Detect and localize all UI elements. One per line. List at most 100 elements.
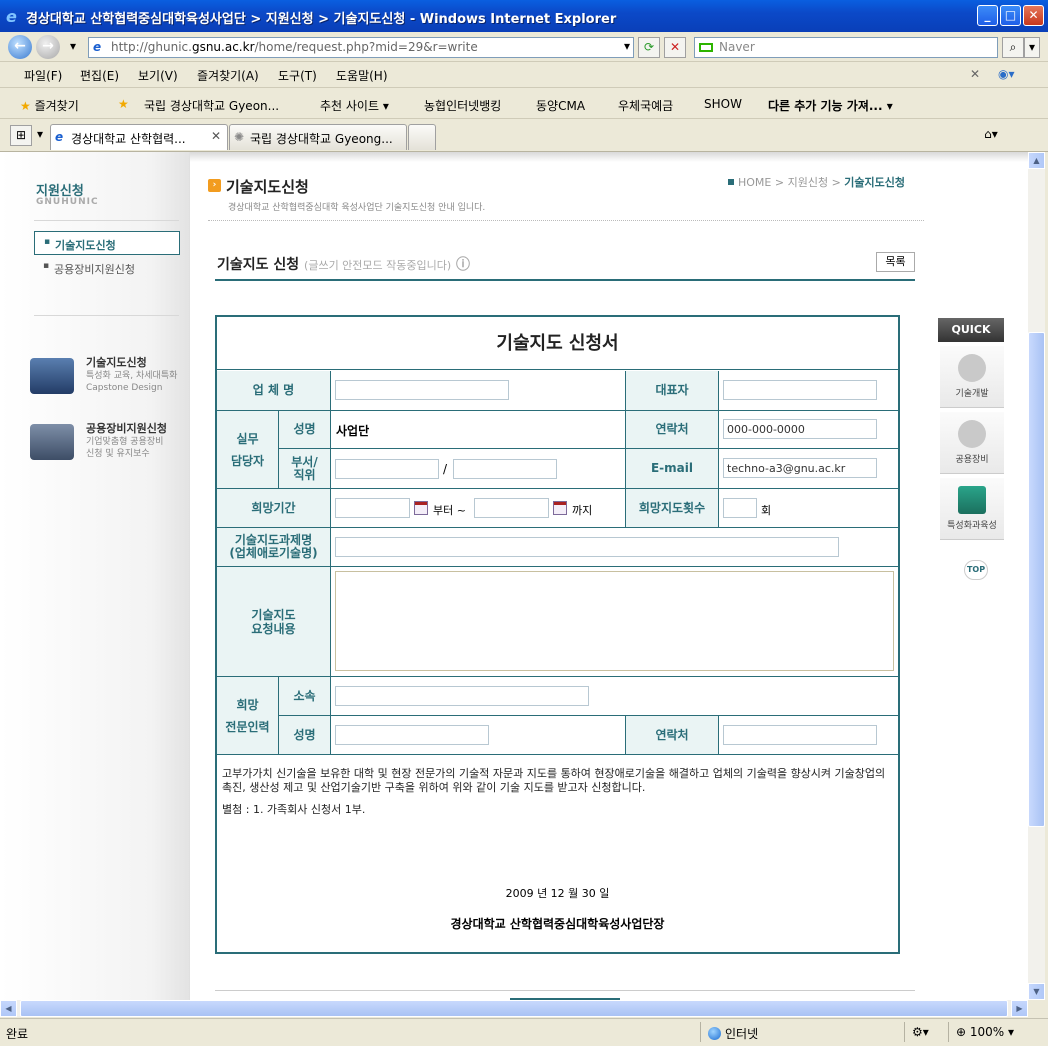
subject-input[interactable] <box>335 537 839 557</box>
company-input[interactable] <box>335 380 509 400</box>
fav-item-recommended[interactable]: 추천 사이트 ▾ <box>320 97 389 114</box>
form-body: 고부가가치 신기술을 보유한 대학 및 현장 전문가의 기술적 자문과 지도를 … <box>222 767 898 817</box>
dept-separator: / <box>443 462 448 476</box>
divider <box>215 279 915 281</box>
close-button[interactable]: ✕ <box>1023 5 1044 26</box>
ceo-input[interactable] <box>723 380 877 400</box>
banner-tech-guidance[interactable]: 기술지도신청 특성화 교육, 차세대특화 Capstone Design <box>30 354 190 404</box>
banner-title: 공용장비지원신청 <box>86 422 167 435</box>
scroll-down-arrow-icon[interactable]: ▼ <box>1028 983 1045 1000</box>
address-dropdown-icon[interactable]: ▾ <box>616 37 638 58</box>
menu-tools[interactable]: 도구(T) <box>278 67 317 84</box>
horizontal-scrollbar[interactable]: ◀ ▶ <box>0 1000 1028 1017</box>
menu-favorites[interactable]: 즐겨찾기(A) <box>197 67 259 84</box>
position-input[interactable] <box>453 459 557 479</box>
zoom-control[interactable]: ⊕ 100% ▾ <box>956 1025 1014 1039</box>
fav-item-addons[interactable]: 다른 추가 기능 가져... ▾ <box>768 97 893 114</box>
new-tab-button[interactable] <box>408 124 436 150</box>
breadcrumb-level1[interactable]: 지원신청 <box>788 176 828 189</box>
sidebar-item-label: 기술지도신청 <box>55 239 116 252</box>
expert-contact-input[interactable] <box>723 725 877 745</box>
quick-item-specialization[interactable]: 특성화과육성 <box>940 478 1004 540</box>
tab-close-icon[interactable]: ✕ <box>211 129 221 143</box>
scroll-up-arrow-icon[interactable]: ▲ <box>1028 152 1045 169</box>
naver-icon <box>699 43 713 52</box>
tab-active[interactable]: e 경상대학교 산학협력... ✕ <box>50 124 228 150</box>
tab-inactive[interactable]: ✺ 국립 경상대학교 Gyeong... <box>229 124 407 150</box>
back-button[interactable]: ← <box>8 35 32 59</box>
dept-input[interactable] <box>335 459 439 479</box>
window-titlebar: e 경상대학교 산학협력중심대학육성사업단 > 지원신청 > 기술지도신청 - … <box>0 0 1048 32</box>
count-input[interactable] <box>723 498 757 518</box>
gear-icon <box>958 420 986 448</box>
sidebar-item-tech-guidance[interactable]: ▪ 기술지도신청 <box>34 231 180 255</box>
affiliation-label: 소속 <box>279 677 331 716</box>
translate-icon[interactable]: ◉▾ <box>998 67 1015 81</box>
tab-list-icon[interactable]: ▾ <box>33 125 47 146</box>
search-options-icon[interactable]: ▾ <box>1024 37 1040 58</box>
banner-subtitle: 특성화 교육, 차세대특화 Capstone Design <box>86 371 178 393</box>
calendar-icon[interactable] <box>553 501 567 515</box>
period-end-input[interactable] <box>474 498 549 518</box>
staff-name-label: 성명 <box>279 411 331 449</box>
list-button[interactable]: 목록 <box>876 252 915 272</box>
fav-item-cma[interactable]: 동양CMA <box>536 97 585 114</box>
fav-item-gnu[interactable]: 국립 경상대학교 Gyeon... <box>144 97 279 114</box>
protected-mode-icon[interactable]: ⚙▾ <box>912 1025 929 1039</box>
top-button[interactable]: TOP <box>964 560 988 580</box>
favorites-button[interactable]: ★ 즐겨찾기 <box>20 97 79 114</box>
home-icon[interactable]: ⌂▾ <box>980 125 1002 146</box>
fav-item-post[interactable]: 우체국예금 <box>618 97 673 114</box>
status-bar: 완료 인터넷 ⚙▾ ⊕ 100% ▾ <box>0 1018 1048 1046</box>
quick-tabs-icon[interactable]: ⊞ <box>10 125 32 146</box>
minimize-button[interactable]: _ <box>977 5 998 26</box>
graduation-cap-icon <box>958 486 986 514</box>
horizontal-scroll-thumb[interactable] <box>20 1000 1008 1017</box>
page-title: › 기술지도신청 <box>208 176 309 197</box>
tab-bar: ⊞ ▾ e 경상대학교 산학협력... ✕ ✺ 국립 경상대학교 Gyeong.… <box>0 120 1048 152</box>
search-input[interactable]: Naver <box>694 37 998 58</box>
search-button[interactable]: ⌕ <box>1002 37 1024 58</box>
fav-item-nh[interactable]: 농협인터넷뱅킹 <box>424 97 501 114</box>
request-textarea[interactable] <box>335 571 894 671</box>
subject-label: 기술지도과제명 (업체애로기술명) <box>217 528 331 567</box>
quick-menu: QUICK 기술개발 공용장비 특성화과육성 <box>938 318 1004 540</box>
divider <box>215 990 915 991</box>
breadcrumb-home[interactable]: HOME <box>738 176 771 189</box>
contact-input[interactable]: 000-000-0000 <box>723 419 877 439</box>
menu-view[interactable]: 보기(V) <box>138 67 178 84</box>
calendar-icon[interactable] <box>414 501 428 515</box>
menubar-close-icon[interactable]: ✕ <box>970 67 980 81</box>
vertical-scroll-thumb[interactable] <box>1028 332 1045 827</box>
fav-item-show[interactable]: SHOW <box>704 97 742 111</box>
menu-help[interactable]: 도움말(H) <box>336 67 388 84</box>
banner-equipment[interactable]: 공용장비지원신청 기업맞춤형 공용장비 신청 및 유지보수 <box>30 420 190 470</box>
refresh-button[interactable]: ⟳ <box>638 37 660 58</box>
status-text: 완료 <box>6 1027 29 1041</box>
history-dropdown-icon[interactable]: ▾ <box>62 37 84 58</box>
scroll-right-arrow-icon[interactable]: ▶ <box>1011 1000 1028 1017</box>
period-start-input[interactable] <box>335 498 410 518</box>
divider <box>34 315 179 316</box>
scroll-left-arrow-icon[interactable]: ◀ <box>0 1000 17 1017</box>
vertical-scrollbar[interactable]: ▲ ▼ <box>1028 152 1045 1000</box>
forward-button[interactable]: → <box>36 35 60 59</box>
menu-file[interactable]: 파일(F) <box>24 67 62 84</box>
form-heading: 기술지도 신청 (글쓰기 안전모드 작동중입니다) ⓘ <box>217 257 471 273</box>
page-icon: e <box>55 130 64 144</box>
expert-label: 희망 전문인력 <box>217 677 279 755</box>
maximize-button[interactable]: □ <box>1000 5 1021 26</box>
menu-edit[interactable]: 편집(E) <box>80 67 119 84</box>
stop-button[interactable]: ✕ <box>664 37 686 58</box>
address-input[interactable]: e http://ghunic.gsnu.ac.kr/home/request.… <box>88 37 634 58</box>
affiliation-input[interactable] <box>335 686 589 706</box>
quick-item-equipment[interactable]: 공용장비 <box>940 412 1004 474</box>
star-icon: ★ <box>20 99 31 113</box>
declaration-text: 고부가가치 신기술을 보유한 대학 및 현장 전문가의 기술적 자문과 지도를 … <box>222 767 886 794</box>
sidebar-item-equipment[interactable]: ▪ 공용장비지원신청 <box>34 256 180 280</box>
quick-item-tech[interactable]: 기술개발 <box>940 346 1004 408</box>
divider <box>34 220 179 221</box>
add-favorite-icon[interactable]: ★ <box>118 97 129 111</box>
expert-name-input[interactable] <box>335 725 489 745</box>
email-input[interactable]: techno-a3@gnu.ac.kr <box>723 458 877 478</box>
